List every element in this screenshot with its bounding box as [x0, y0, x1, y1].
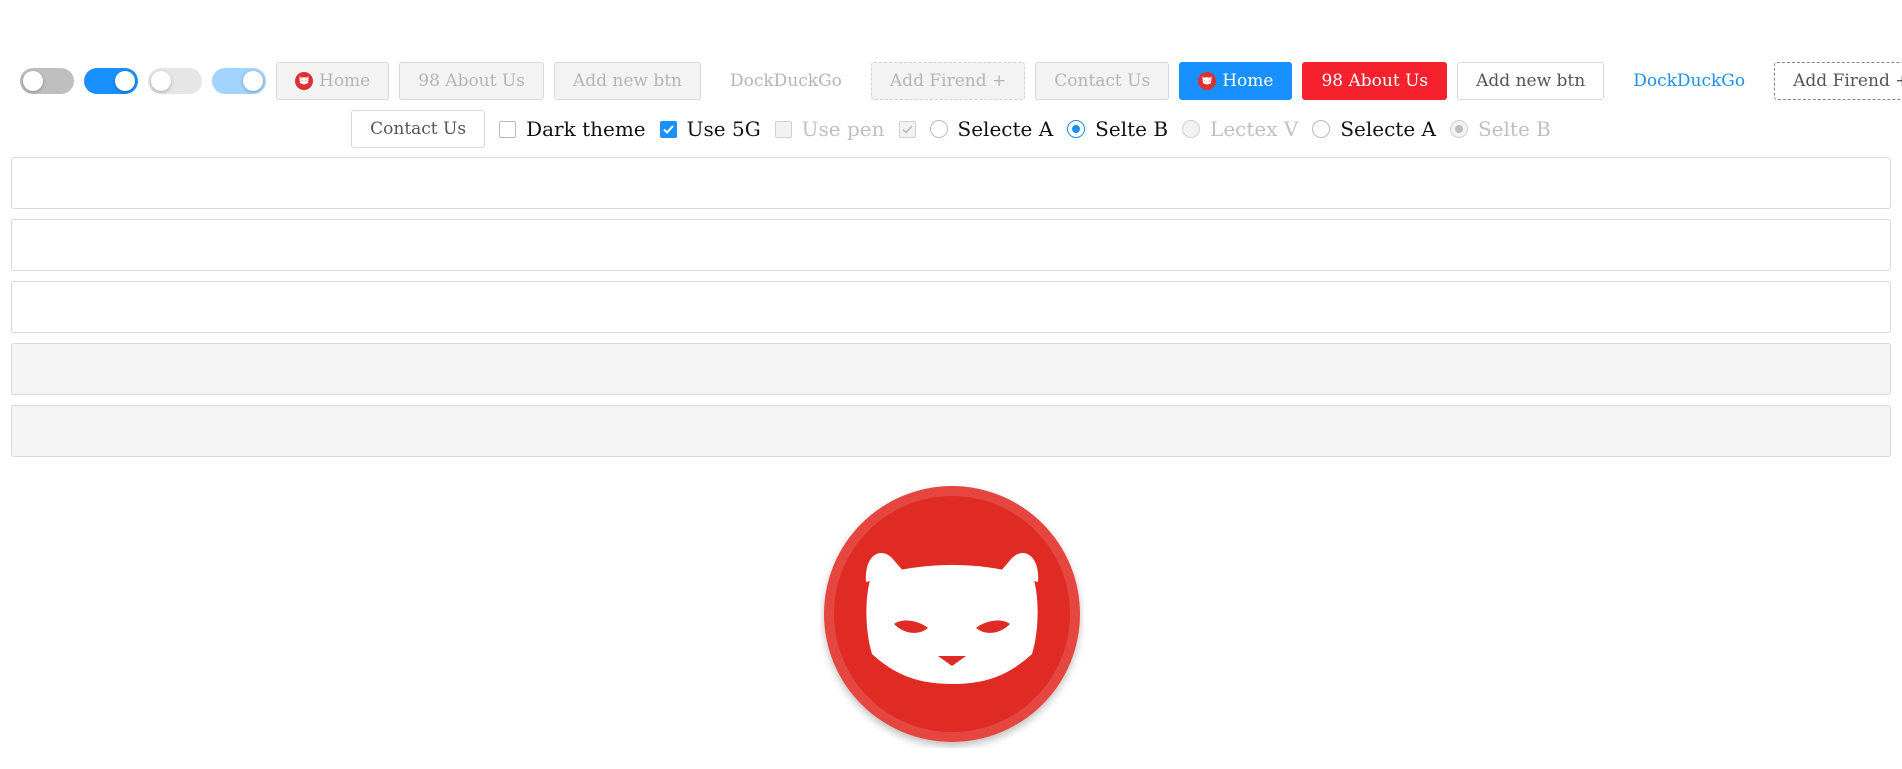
add-friend-button[interactable]: Add Firend + [1774, 62, 1902, 100]
toggle-knob [115, 71, 135, 91]
input-stack [11, 157, 1891, 467]
checkbox-label: Use pen [801, 117, 885, 141]
radio-label: Lectex V [1210, 117, 1299, 141]
controls-row-1: Home 98 About Us Add new btn DockDuckGo … [20, 62, 1902, 100]
toggle-knob [23, 71, 43, 91]
text-input-2[interactable] [11, 219, 1891, 271]
text-input-3[interactable] [11, 281, 1891, 333]
checkbox-dark-theme[interactable]: Dark theme [499, 117, 646, 141]
toggle-switch-on-disabled [212, 68, 266, 94]
about-button-disabled: 98 About Us [399, 62, 544, 100]
checkbox-box[interactable] [499, 120, 517, 138]
toggle-switch-on[interactable] [84, 68, 138, 94]
check-icon [901, 124, 913, 134]
check-icon [662, 124, 674, 134]
text-input-1[interactable] [11, 157, 1891, 209]
bear-icon [1198, 72, 1217, 90]
duckduckgo-link[interactable]: DockDuckGo [1614, 62, 1764, 100]
toggle-switch-off[interactable] [20, 68, 74, 94]
checkbox-use-5g[interactable]: Use 5G [659, 117, 761, 141]
radio-selte-b-disabled: Selte B [1449, 117, 1551, 141]
radio-selecte-a-2[interactable]: Selecte A [1312, 117, 1436, 141]
bear-logo-icon [824, 486, 1080, 742]
toggle-knob [243, 71, 263, 91]
home-button[interactable]: Home [1179, 62, 1293, 100]
radio-selecte-a[interactable]: Selecte A [929, 117, 1054, 141]
add-friend-button-label: Add Firend + [889, 71, 1007, 91]
checkbox-label: Dark theme [526, 117, 646, 141]
about-button-label: 98 About Us [418, 71, 525, 91]
about-button[interactable]: 98 About Us [1302, 62, 1448, 100]
radio-label: Selte B [1477, 117, 1551, 141]
checkbox-use-pen-disabled: Use pen [774, 117, 885, 141]
duckduckgo-link-label: DockDuckGo [1633, 71, 1746, 91]
toggle-switch-off-disabled [148, 68, 202, 94]
add-friend-button-disabled: Add Firend + [870, 62, 1026, 100]
home-button-disabled: Home [276, 62, 390, 100]
toggle-knob [151, 71, 171, 91]
about-button-label: 98 About Us [1321, 71, 1429, 91]
bear-icon [295, 72, 313, 90]
duckduckgo-link-label: DockDuckGo [730, 71, 842, 91]
home-button-label: Home [319, 71, 371, 91]
radio-circle[interactable] [929, 120, 948, 138]
radio-selte-b[interactable]: Selte B [1067, 117, 1168, 141]
checkbox-box-checked[interactable] [659, 120, 677, 138]
contact-button[interactable]: Contact Us [351, 110, 486, 148]
add-new-button-label: Add new btn [1476, 71, 1586, 91]
radio-circle-checked-disabled [1449, 120, 1468, 138]
add-new-button[interactable]: Add new btn [1457, 62, 1605, 100]
contact-button-disabled: Contact Us [1035, 62, 1170, 100]
radio-label: Selte B [1095, 117, 1169, 141]
contact-button-label: Contact Us [1054, 71, 1151, 91]
checkbox-box-disabled [774, 120, 792, 138]
checkbox-checked-disabled [898, 120, 916, 138]
checkbox-label: Use 5G [686, 117, 761, 141]
radio-circle-checked[interactable] [1067, 120, 1086, 138]
radio-label: Selecte A [957, 117, 1054, 141]
duckduckgo-link-disabled: DockDuckGo [711, 62, 861, 100]
radio-label: Selecte A [1340, 117, 1436, 141]
add-friend-button-label: Add Firend + [1793, 71, 1902, 91]
contact-button-label: Contact Us [370, 119, 467, 139]
text-input-disabled-2 [11, 405, 1891, 457]
add-new-button-label: Add new btn [572, 71, 682, 91]
bear-logo [820, 484, 1084, 748]
checkbox-box-checked-disabled [898, 120, 916, 138]
add-new-button-disabled: Add new btn [553, 62, 701, 100]
radio-circle[interactable] [1312, 120, 1331, 138]
controls-row-2: Contact Us Dark theme Use 5G Use pen Sel… [0, 110, 1902, 148]
home-button-label: Home [1222, 71, 1274, 91]
text-input-disabled-1 [11, 343, 1891, 395]
radio-circle-disabled [1182, 120, 1201, 138]
radio-lectex-v-disabled: Lectex V [1182, 117, 1298, 141]
